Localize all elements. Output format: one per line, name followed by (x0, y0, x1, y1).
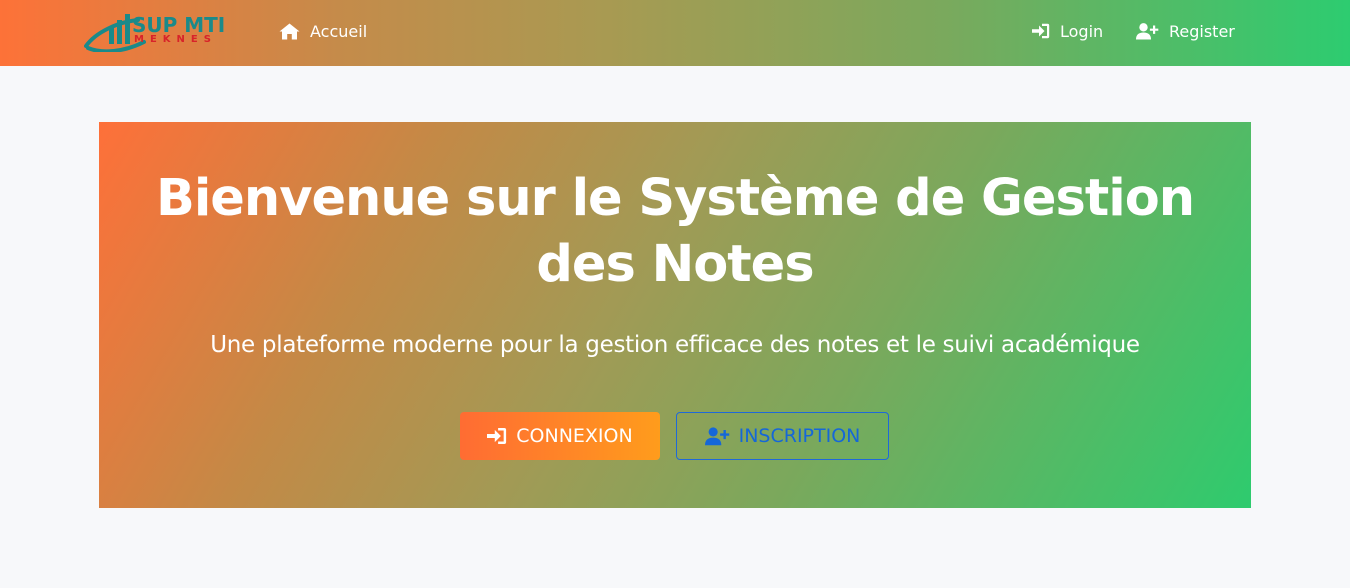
nav-login-link[interactable]: Login (1032, 0, 1103, 62)
inscription-button[interactable]: INSCRIPTION (676, 412, 889, 460)
hero-banner: Bienvenue sur le Système de Gestion des … (99, 122, 1251, 508)
sign-in-icon (487, 427, 507, 445)
brand-logo[interactable]: SUP MTI MEKNES (84, 8, 240, 54)
inscription-label: INSCRIPTION (738, 425, 861, 447)
nav-register-label: Register (1169, 21, 1235, 41)
home-icon (279, 23, 300, 40)
nav-login-label: Login (1060, 21, 1104, 41)
connexion-button[interactable]: CONNEXION (460, 412, 660, 460)
user-plus-icon (1136, 22, 1159, 40)
nav-home-link[interactable]: Accueil (279, 0, 367, 62)
logo-line2: MEKNES (134, 34, 217, 45)
nav-home-label: Accueil (310, 21, 368, 41)
hero-title: Bienvenue sur le Système de Gestion des … (155, 169, 1195, 294)
connexion-label: CONNEXION (516, 425, 633, 447)
sign-in-icon (1032, 23, 1050, 39)
sup-mti-logo: SUP MTI MEKNES (84, 13, 225, 54)
nav-register-link[interactable]: Register (1136, 0, 1235, 62)
navbar: SUP MTI MEKNES Accueil Login Register (0, 0, 1350, 66)
hero-subtitle: Une plateforme moderne pour la gestion e… (210, 332, 1140, 358)
user-plus-icon (704, 426, 730, 446)
